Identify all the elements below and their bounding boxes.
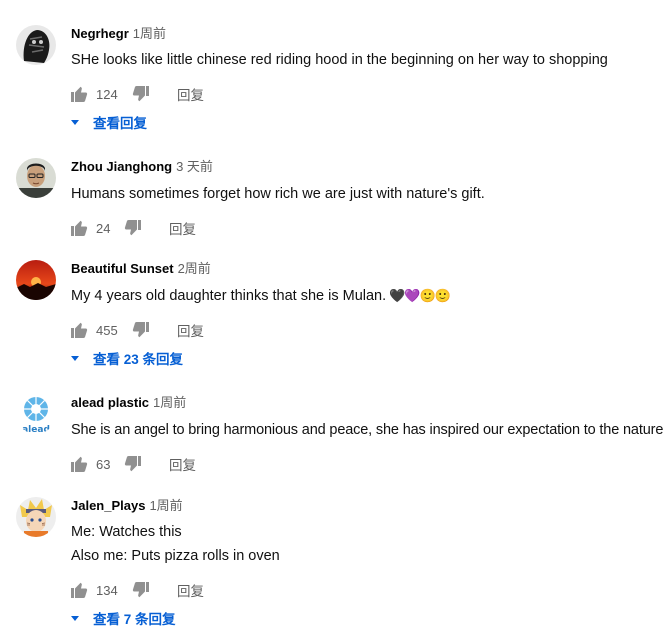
thumbs-up-icon[interactable] [71, 220, 88, 236]
avatar[interactable] [16, 497, 56, 537]
thumbs-down-icon[interactable] [124, 220, 141, 236]
thumbs-up-icon[interactable] [71, 582, 88, 598]
comment-text: My 4 years old daughter thinks that she … [71, 284, 451, 309]
comment-author[interactable]: Beautiful Sunset [71, 261, 174, 276]
view-replies-button[interactable]: 查看 23 条回复 [70, 347, 183, 369]
caret-down-icon [71, 355, 79, 361]
avatar[interactable]: alead [16, 394, 56, 434]
thumbs-up-icon[interactable] [71, 86, 88, 102]
comment-actions: 124 回复 [71, 82, 204, 106]
comment-actions: 134 回复 [71, 578, 204, 602]
comment-actions: 24 回复 [71, 216, 196, 240]
comment-header: Jalen_Plays 1周前 [71, 497, 183, 515]
comment-author[interactable]: Negrhegr [71, 26, 129, 41]
comment-text: SHe looks like little chinese red riding… [71, 52, 608, 68]
like-count: 63 [96, 456, 111, 472]
like-count: 455 [96, 322, 118, 338]
comment-time[interactable]: 2周前 [178, 261, 211, 276]
view-replies-label: 查看 7 条回复 [93, 612, 176, 627]
reply-button[interactable]: 回复 [177, 84, 204, 104]
comment-text-line: Me: Watches this [71, 524, 182, 540]
comment-time[interactable]: 1周前 [149, 498, 182, 513]
thumbs-down-icon[interactable] [132, 582, 149, 598]
reply-button[interactable]: 回复 [177, 580, 204, 600]
thumbs-up-icon[interactable] [71, 456, 88, 472]
avatar[interactable] [16, 25, 56, 65]
caret-down-icon [71, 615, 79, 621]
like-count: 124 [96, 86, 118, 102]
comment-header: Zhou Jianghong 3 天前 [71, 158, 213, 176]
reply-button[interactable]: 回复 [169, 454, 196, 474]
comment-time[interactable]: 1周前 [133, 26, 166, 41]
reply-button[interactable]: 回复 [169, 218, 196, 238]
alead-logo-avatar-icon: alead [16, 394, 56, 434]
view-replies-label: 查看回复 [93, 116, 147, 131]
like-count: 24 [96, 220, 111, 236]
thumbs-down-icon[interactable] [132, 322, 149, 338]
anime-character-avatar-icon [16, 497, 56, 537]
thumbs-down-icon[interactable] [124, 456, 141, 472]
comment-actions: 63 回复 [71, 452, 196, 476]
comment-text: She is an angel to bring harmonious and … [71, 422, 664, 438]
comment-actions: 455 回复 [71, 318, 204, 342]
comment-author[interactable]: Jalen_Plays [71, 498, 145, 513]
comment-emoji: 🖤💜🙂🙂 [389, 289, 451, 304]
dark-silhouette-avatar-icon [16, 25, 56, 65]
comment-time[interactable]: 3 天前 [176, 159, 213, 174]
comment-text-body: My 4 years old daughter thinks that she … [71, 288, 387, 304]
view-replies-label: 查看 23 条回复 [93, 352, 184, 367]
view-replies-button[interactable]: 查看 7 条回复 [70, 607, 176, 629]
comment-header: alead plastic 1周前 [71, 394, 186, 412]
comment-author[interactable]: Zhou Jianghong [71, 159, 172, 174]
man-glasses-avatar-icon [16, 158, 56, 198]
avatar[interactable] [16, 260, 56, 300]
caret-down-icon [71, 119, 79, 125]
svg-text:alead: alead [22, 425, 50, 434]
view-replies-button[interactable]: 查看回复 [70, 111, 147, 133]
thumbs-up-icon[interactable] [71, 322, 88, 338]
thumbs-down-icon[interactable] [132, 86, 149, 102]
comment-time[interactable]: 1周前 [153, 395, 186, 410]
comment-text: Humans sometimes forget how rich we are … [71, 186, 485, 202]
comment-header: Beautiful Sunset 2周前 [71, 260, 211, 278]
comment-text-line: Also me: Puts pizza rolls in oven [71, 548, 280, 564]
avatar[interactable] [16, 158, 56, 198]
comment-header: Negrhegr 1周前 [71, 25, 166, 43]
sunset-avatar-icon [16, 260, 56, 300]
like-count: 134 [96, 582, 118, 598]
reply-button[interactable]: 回复 [177, 320, 204, 340]
comment-author[interactable]: alead plastic [71, 395, 149, 410]
